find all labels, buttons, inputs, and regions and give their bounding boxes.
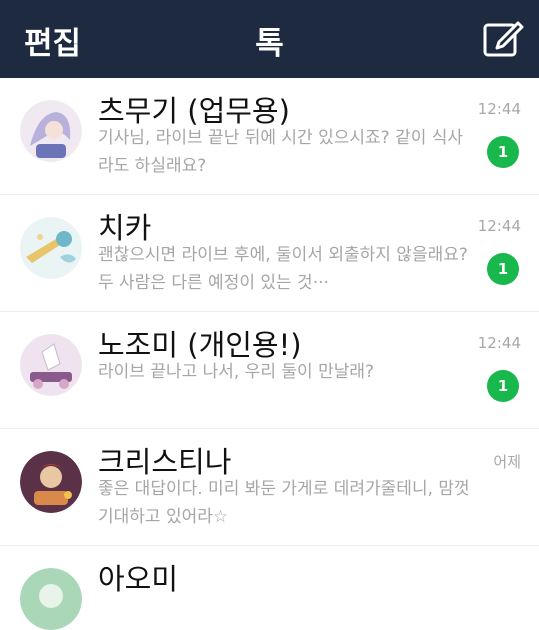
chat-row[interactable]: 츠무기 (업무용) 기사님, 라이브 끝난 뒤에 시간 있으시죠? 같이 식사라… bbox=[0, 78, 539, 195]
chat-preview: 괜찮으시면 라이브 후에, 둘이서 외출하지 않을래요? 두 사람은 다른 예정… bbox=[98, 245, 468, 293]
avatar bbox=[20, 334, 82, 396]
compose-icon[interactable] bbox=[481, 16, 525, 60]
chat-row[interactable]: 노조미 (개인용!) 라이브 끝나고 나서, 우리 둘이 만날래? 12:44 … bbox=[0, 312, 539, 429]
app-header: 편집 톡 bbox=[0, 0, 539, 78]
avatar bbox=[20, 217, 82, 279]
chat-row[interactable]: 치카 괜찮으시면 라이브 후에, 둘이서 외출하지 않을래요? 두 사람은 다른… bbox=[0, 195, 539, 312]
chat-time: 12:44 bbox=[477, 100, 521, 118]
chat-row[interactable]: 아오미 bbox=[0, 546, 539, 630]
unread-badge: 1 bbox=[487, 136, 519, 168]
chat-time: 어제 bbox=[493, 453, 521, 471]
chat-preview: 라이브 끝나고 나서, 우리 둘이 만날래? bbox=[98, 362, 375, 382]
avatar bbox=[20, 100, 82, 162]
chat-preview: 기사님, 라이브 끝난 뒤에 시간 있으시죠? 같이 식사라도 하실래요? bbox=[98, 128, 464, 176]
chat-name: 아오미 bbox=[98, 562, 179, 596]
unread-badge: 1 bbox=[487, 370, 519, 402]
avatar bbox=[20, 451, 82, 513]
chat-time: 12:44 bbox=[477, 334, 521, 352]
unread-badge: 1 bbox=[487, 253, 519, 285]
chat-list: 츠무기 (업무용) 기사님, 라이브 끝난 뒤에 시간 있으시죠? 같이 식사라… bbox=[0, 78, 539, 630]
avatar bbox=[20, 568, 82, 630]
chat-time: 12:44 bbox=[477, 217, 521, 235]
page-title: 톡 bbox=[255, 26, 284, 62]
chat-preview: 좋은 대답이다. 미리 봐둔 가게로 데려가줄테니, 맘껏 기대하고 있어라☆ bbox=[98, 479, 470, 527]
chat-row[interactable]: 크리스티나 좋은 대답이다. 미리 봐둔 가게로 데려가줄테니, 맘껏 기대하고… bbox=[0, 429, 539, 546]
